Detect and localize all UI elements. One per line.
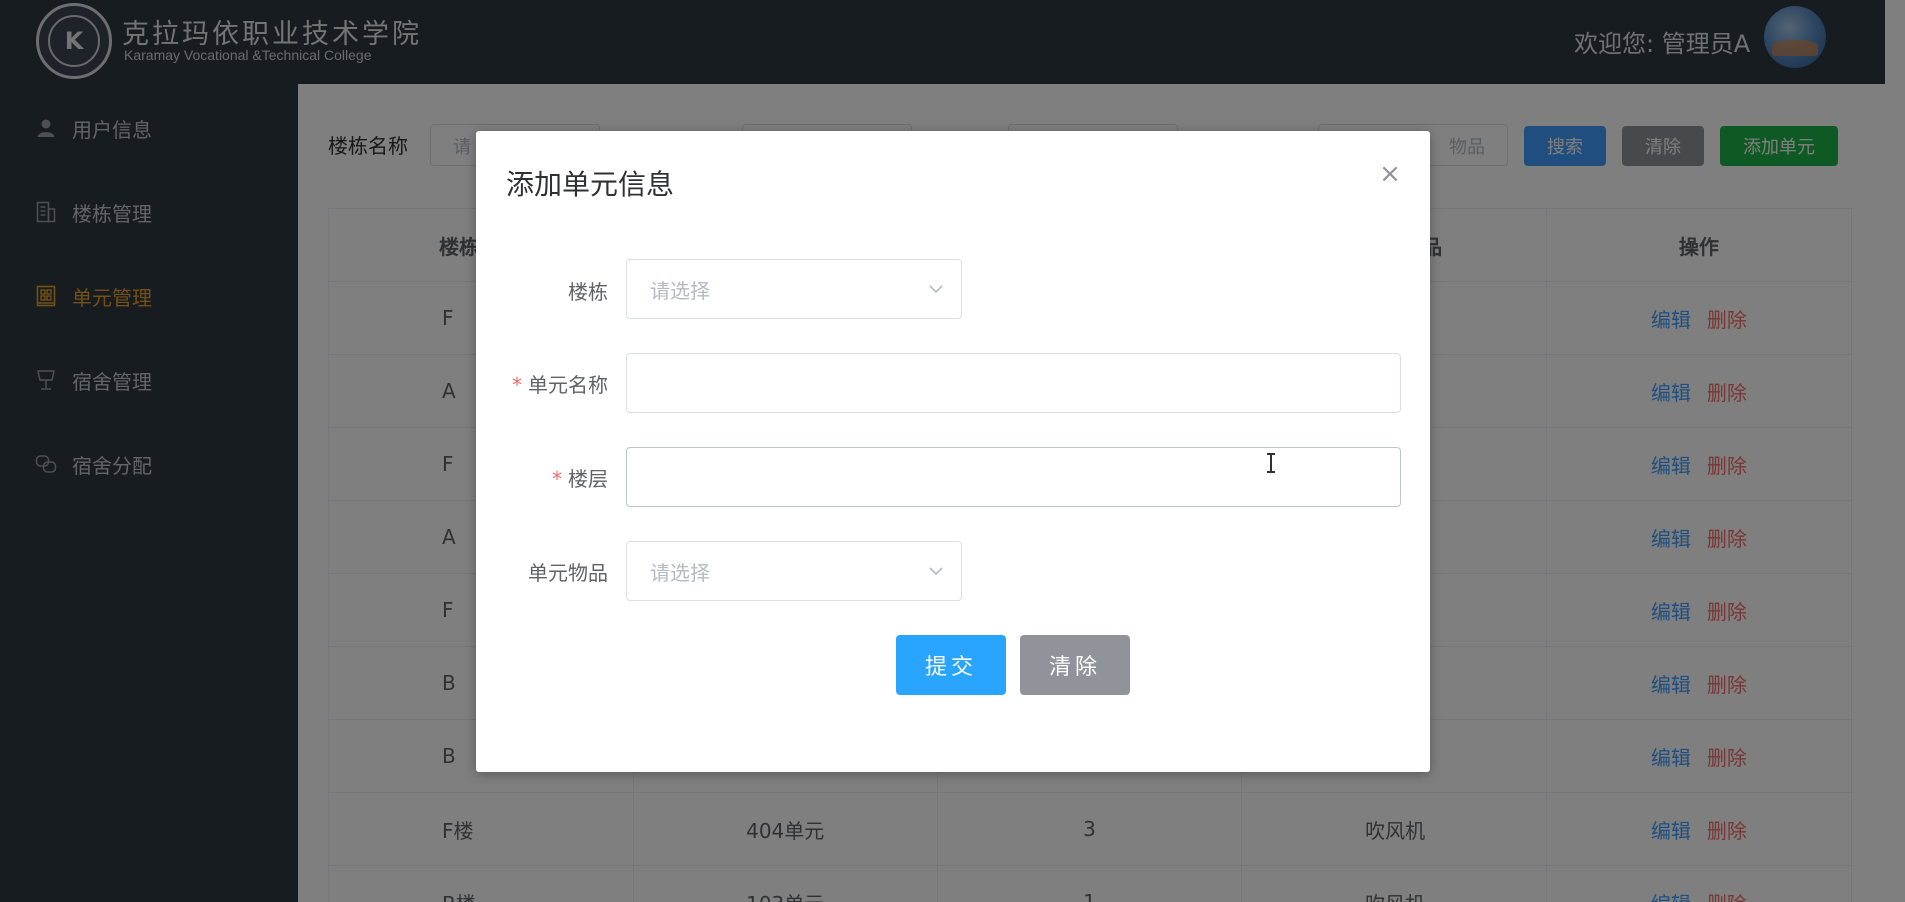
submit-button[interactable]: 提交 [896, 635, 1006, 695]
unit-name-field-label: * 单元名称 [512, 373, 608, 397]
clear-form-button[interactable]: 清除 [1020, 635, 1130, 695]
chevron-down-icon [929, 567, 943, 576]
building-select[interactable]: 请选择 [626, 259, 962, 319]
text-cursor-icon [1267, 453, 1275, 473]
close-icon[interactable]: × [1377, 159, 1403, 189]
unit-name-input[interactable] [626, 353, 1401, 413]
unit-items-field-label: 单元物品 [528, 561, 608, 585]
floor-field-label: * 楼层 [552, 467, 608, 491]
building-select-placeholder: 请选择 [650, 278, 710, 303]
add-unit-dialog: 添加单元信息 × 楼栋 请选择 * 单元名称 * 楼层 单元物品 请选择 提交 清除 [476, 131, 1430, 772]
floor-input[interactable] [626, 447, 1401, 507]
chevron-down-icon [929, 285, 943, 294]
building-field-label: 楼栋 [568, 280, 608, 304]
unit-items-select-placeholder: 请选择 [650, 560, 710, 585]
unit-items-select[interactable]: 请选择 [626, 541, 962, 601]
dialog-title: 添加单元信息 [506, 168, 675, 201]
